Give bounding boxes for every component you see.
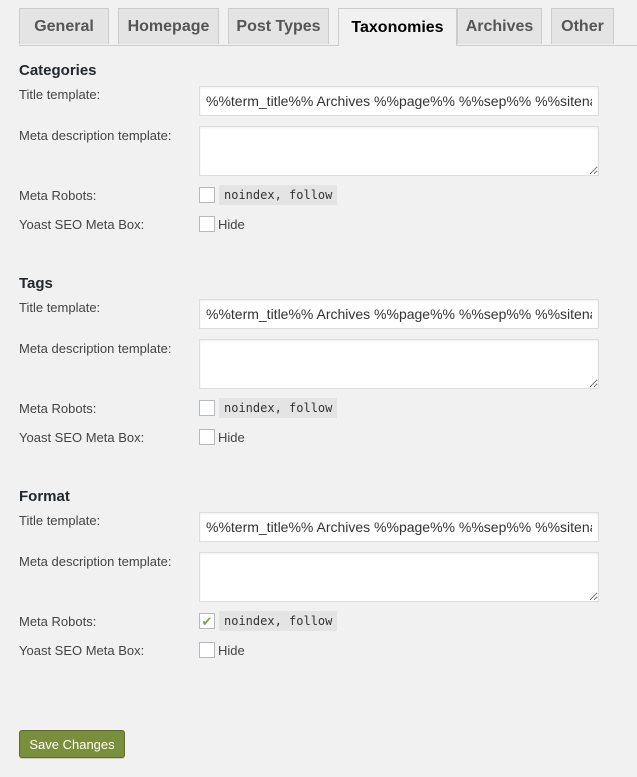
meta-box-label: Yoast SEO Meta Box: [19, 430, 145, 445]
section-categories: Categories Title template: Meta descript… [19, 62, 637, 242]
meta-robots-label: Meta Robots: [19, 188, 97, 203]
meta-description-textarea[interactable] [199, 552, 599, 602]
meta-robots-label: Meta Robots: [19, 614, 97, 629]
noindex-checkbox[interactable]: ✔ [199, 613, 215, 629]
tab-archives[interactable]: Archives [457, 8, 542, 44]
section-heading: Tags [19, 275, 53, 292]
section-heading: Format [19, 488, 70, 505]
tab-other[interactable]: Other [551, 8, 614, 44]
title-template-input[interactable] [199, 86, 599, 116]
noindex-label: noindex, follow [219, 611, 338, 631]
noindex-checkbox[interactable] [199, 187, 215, 203]
tab-post-types[interactable]: Post Types [228, 8, 329, 44]
title-template-label: Title template: [19, 87, 101, 102]
meta-description-label: Meta description template: [19, 554, 172, 569]
hide-checkbox[interactable] [199, 216, 215, 232]
section-tags: Tags Title template: Meta description te… [19, 275, 637, 455]
title-template-label: Title template: [19, 300, 101, 315]
title-template-input[interactable] [199, 299, 599, 329]
noindex-label: noindex, follow [219, 398, 338, 418]
noindex-checkbox[interactable] [199, 400, 215, 416]
section-heading: Categories [19, 62, 97, 79]
meta-description-textarea[interactable] [199, 126, 599, 176]
tab-bar: General Homepage Post Types Taxonomies A… [19, 8, 637, 46]
section-format: Format Title template: Meta description … [19, 488, 637, 668]
hide-label: Hide [218, 217, 245, 232]
hide-label: Hide [218, 430, 245, 445]
tab-general[interactable]: General [19, 8, 109, 44]
title-template-label: Title template: [19, 513, 101, 528]
hide-checkbox[interactable] [199, 429, 215, 445]
meta-box-label: Yoast SEO Meta Box: [19, 643, 145, 658]
hide-label: Hide [218, 643, 245, 658]
title-template-input[interactable] [199, 512, 599, 542]
meta-robots-label: Meta Robots: [19, 401, 97, 416]
meta-description-textarea[interactable] [199, 339, 599, 389]
checkmark-icon: ✔ [201, 613, 213, 629]
tab-homepage[interactable]: Homepage [118, 8, 219, 44]
meta-box-label: Yoast SEO Meta Box: [19, 217, 145, 232]
hide-checkbox[interactable] [199, 642, 215, 658]
meta-description-label: Meta description template: [19, 128, 172, 143]
save-changes-button[interactable]: Save Changes [19, 730, 125, 758]
tab-taxonomies[interactable]: Taxonomies [338, 8, 457, 46]
noindex-label: noindex, follow [219, 185, 338, 205]
meta-description-label: Meta description template: [19, 341, 172, 356]
